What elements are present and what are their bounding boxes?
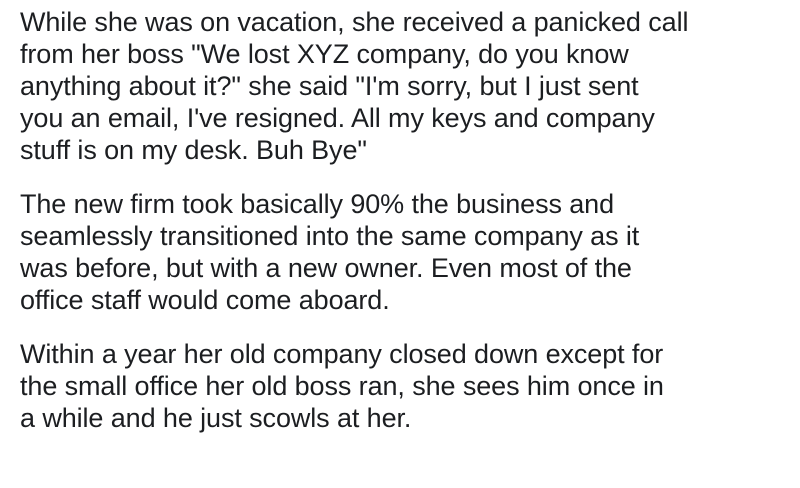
paragraph-new-firm: The new firm took basically 90% the busi… [20, 189, 640, 315]
paragraph-old-company-closed: Within a year her old company closed dow… [20, 339, 664, 433]
paragraph-vacation-call: While she was on vacation, she received … [20, 7, 689, 165]
post-body: While she was on vacation, she received … [20, 6, 790, 434]
